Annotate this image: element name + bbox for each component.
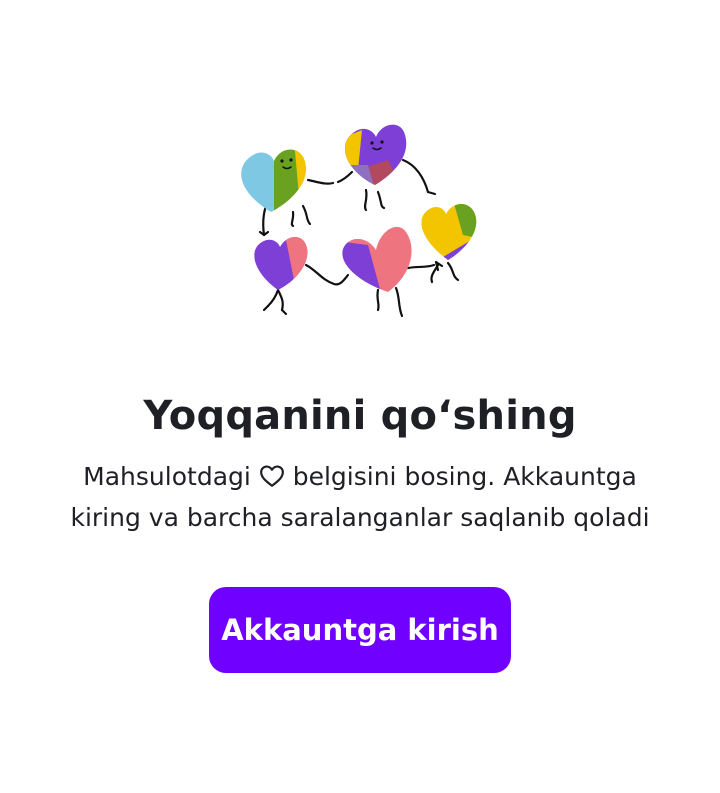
dancing-hearts-illustration <box>238 120 488 325</box>
page-subtitle: Mahsulotdagi belgisini bosing. Akkauntga… <box>30 456 690 538</box>
subtitle-line-1: Mahsulotdagi belgisini bosing. Akkauntga <box>30 456 690 497</box>
subtitle-line-2: kiring va barcha saralanganlar saqlanib … <box>70 503 650 532</box>
page-title: Yoqqanini qo‘shing <box>143 393 577 439</box>
login-button[interactable]: Akkauntga kirish <box>209 587 511 673</box>
heart-outline-icon <box>259 465 284 487</box>
subtitle-text-before-icon: Mahsulotdagi <box>83 462 251 491</box>
subtitle-text-after-icon: belgisini bosing. Akkauntga <box>292 462 637 491</box>
